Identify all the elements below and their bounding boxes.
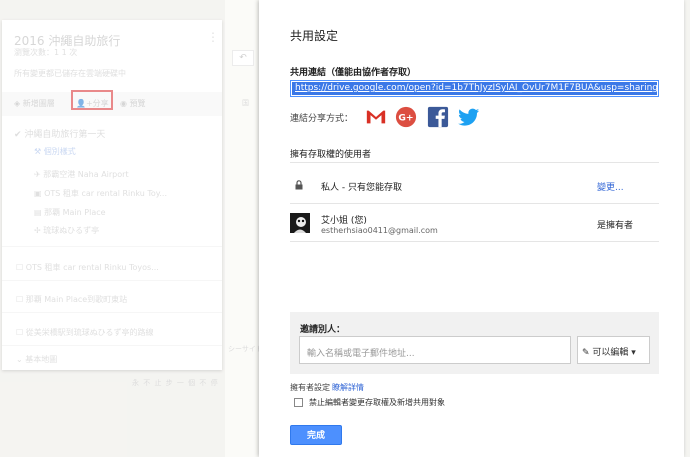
pencil-icon: ✎ bbox=[582, 348, 593, 358]
svg-text:G+: G+ bbox=[398, 113, 413, 124]
avatar bbox=[290, 213, 310, 233]
divider bbox=[290, 203, 659, 204]
permission-label: 可以編輯 bbox=[592, 348, 629, 358]
prevent-editors-label: 禁止編輯者變更存取權及新增共用對象 bbox=[309, 398, 445, 407]
share-link-label: 共用連結（僅能由協作者存取） bbox=[290, 68, 417, 78]
permission-dropdown[interactable]: ✎ 可以編輯 ▾ bbox=[577, 336, 650, 364]
share-link-value[interactable]: https://drive.google.com/open?id=1b7ThJy… bbox=[292, 82, 657, 95]
twitter-icon[interactable] bbox=[458, 106, 480, 128]
owner-role: 是擁有者 bbox=[597, 221, 634, 231]
dialog-title: 共用設定 bbox=[290, 29, 339, 43]
share-settings-dialog: 共用設定 共用連結（僅能由協作者存取） https://drive.google… bbox=[259, 0, 684, 457]
invite-label: 邀請別人： bbox=[300, 325, 346, 335]
prevent-editors-checkbox[interactable] bbox=[294, 398, 303, 407]
learn-more-link[interactable]: 瞭解詳情 bbox=[332, 383, 364, 392]
divider bbox=[290, 162, 659, 163]
share-link-field[interactable]: https://drive.google.com/open?id=1b7ThJy… bbox=[290, 80, 659, 97]
gmail-icon[interactable] bbox=[365, 106, 387, 128]
done-button[interactable]: 完成 bbox=[290, 425, 342, 445]
owner-email: estherhsiao0411@gmail.com bbox=[321, 226, 438, 235]
divider bbox=[290, 241, 659, 242]
owner-settings-label: 擁有者設定 bbox=[290, 383, 330, 392]
privacy-status: 私人 - 只有您能存取 bbox=[321, 183, 402, 193]
change-access-link[interactable]: 變更... bbox=[597, 180, 624, 193]
owner-name: 艾小姐 (您) bbox=[321, 216, 367, 226]
lock-icon bbox=[295, 180, 303, 190]
facebook-icon[interactable] bbox=[427, 106, 449, 128]
access-users-label: 擁有存取權的使用者 bbox=[290, 150, 372, 160]
google-plus-icon[interactable]: G+ bbox=[395, 106, 417, 128]
owner-settings-row: 擁有者設定 瞭解詳情 bbox=[290, 382, 364, 393]
invite-section: 邀請別人： 輸入名稱或電子郵件地址... ✎ 可以編輯 ▾ bbox=[290, 312, 659, 374]
invite-input[interactable]: 輸入名稱或電子郵件地址... bbox=[299, 336, 571, 364]
dropdown-arrow-icon: ▾ bbox=[628, 348, 636, 358]
share-via-label: 連結分享方式： bbox=[290, 114, 354, 124]
